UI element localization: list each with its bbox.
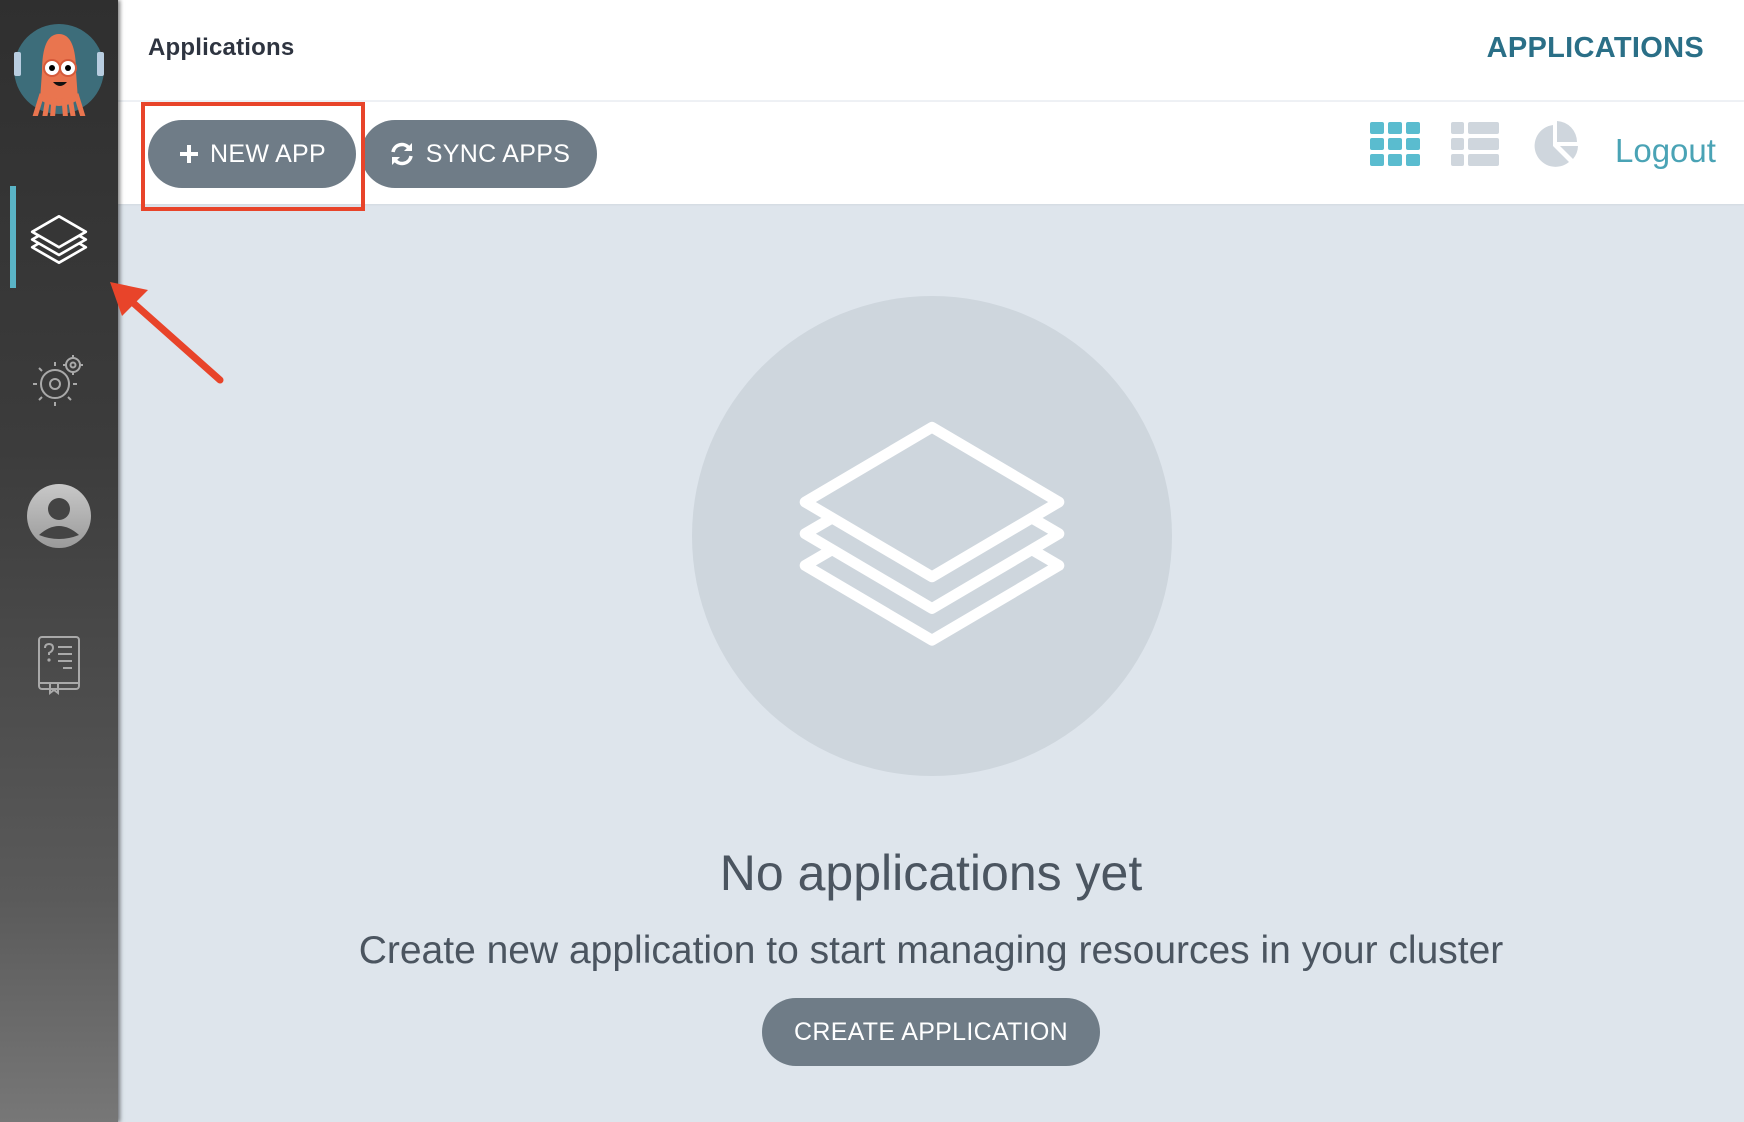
page-title: Applications <box>148 34 295 61</box>
sidebar-item-settings[interactable] <box>0 330 118 430</box>
new-app-label: NEW APP <box>209 139 327 168</box>
sidebar <box>0 0 118 1122</box>
empty-state-illustration <box>692 296 1172 776</box>
tiles-view-button[interactable] <box>1370 122 1420 171</box>
gears-icon <box>33 355 83 406</box>
logout-link[interactable]: Logout <box>1615 132 1716 170</box>
argo-logo[interactable] <box>12 22 106 125</box>
empty-state-title: No applications yet <box>719 845 1143 901</box>
sidebar-item-documentation[interactable] <box>0 615 118 715</box>
sidebar-item-applications[interactable] <box>0 189 118 289</box>
summary-view-button[interactable] <box>1531 120 1583 175</box>
grid-icon <box>1370 122 1420 166</box>
sync-apps-label: SYNC APPS <box>425 139 571 168</box>
layers-icon <box>30 214 88 265</box>
user-icon <box>27 484 91 548</box>
create-application-button[interactable]: CREATE APPLICATION <box>762 998 1100 1066</box>
list-icon <box>1451 122 1499 166</box>
sidebar-item-user-info[interactable] <box>0 466 118 566</box>
octopus-logo-icon <box>14 24 104 125</box>
pie-chart-icon <box>1534 121 1578 167</box>
help-book-icon <box>38 636 80 695</box>
list-view-button[interactable] <box>1451 122 1499 171</box>
toolbar: NEW APP SYNC APPS Logout <box>118 102 1744 204</box>
empty-state-subtitle: Create new application to start managing… <box>358 929 1504 972</box>
sync-icon <box>391 142 413 166</box>
top-header: Applications APPLICATIONS <box>118 0 1744 102</box>
sync-apps-button[interactable]: SYNC APPS <box>361 120 597 188</box>
plus-icon <box>179 145 198 163</box>
main-content: No applications yet Create new applicati… <box>118 204 1744 1122</box>
applications-top-link[interactable]: APPLICATIONS <box>1487 32 1704 65</box>
layers-icon <box>799 421 1065 646</box>
new-app-button[interactable]: NEW APP <box>148 120 356 188</box>
